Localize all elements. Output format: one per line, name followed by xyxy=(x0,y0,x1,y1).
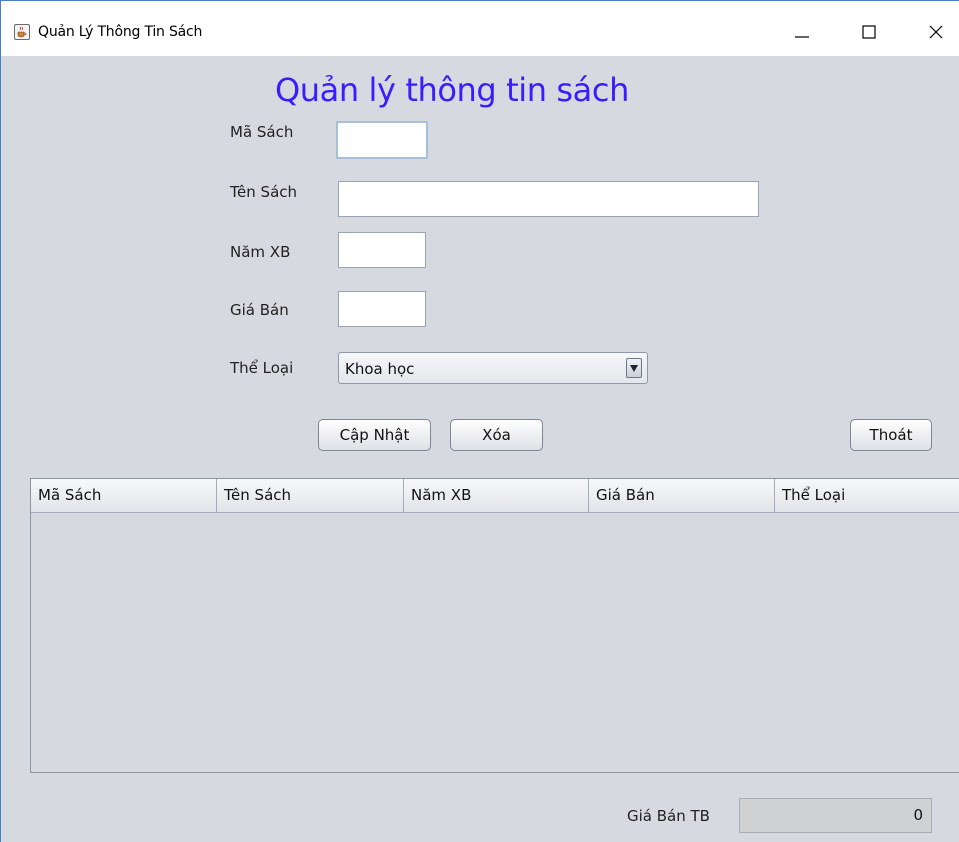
column-header-nam-xb[interactable]: Năm XB xyxy=(404,479,589,512)
column-header-gia-ban[interactable]: Giá Bán xyxy=(589,479,775,512)
minimize-button[interactable] xyxy=(779,15,825,49)
the-loai-combobox[interactable]: Khoa học xyxy=(338,352,648,384)
column-header-the-loai[interactable]: Thể Loại xyxy=(775,479,959,512)
table-header: Mã Sách Tên Sách Năm XB Giá Bán Thể Loại xyxy=(31,479,959,513)
maximize-icon xyxy=(862,25,876,39)
java-cup-icon xyxy=(14,24,30,40)
the-loai-selected-value: Khoa học xyxy=(345,360,415,378)
books-table[interactable]: Mã Sách Tên Sách Năm XB Giá Bán Thể Loại xyxy=(30,478,959,773)
close-button[interactable] xyxy=(913,15,959,49)
close-icon xyxy=(929,25,943,39)
gia-ban-input[interactable] xyxy=(338,291,426,327)
title-bar[interactable]: Quản Lý Thông Tin Sách xyxy=(1,1,959,56)
minimize-icon xyxy=(795,36,809,38)
the-loai-label: Thể Loại xyxy=(230,359,294,377)
ten-sach-label: Tên Sách xyxy=(230,183,298,201)
column-header-ma-sach[interactable]: Mã Sách xyxy=(31,479,217,512)
maximize-button[interactable] xyxy=(846,15,892,49)
window-title: Quản Lý Thông Tin Sách xyxy=(38,24,203,40)
form-heading: Quản lý thông tin sách xyxy=(275,71,629,109)
nam-xb-input[interactable] xyxy=(338,232,426,268)
ten-sach-input[interactable] xyxy=(338,181,759,217)
nam-xb-label: Năm XB xyxy=(230,243,291,261)
column-header-ten-sach[interactable]: Tên Sách xyxy=(217,479,404,512)
avg-price-label: Giá Bán TB xyxy=(627,807,710,825)
gia-ban-label: Giá Bán xyxy=(230,301,289,319)
ma-sach-input[interactable] xyxy=(336,121,428,159)
delete-button[interactable]: Xóa xyxy=(450,419,543,451)
ma-sach-label: Mã Sách xyxy=(230,123,294,141)
update-button[interactable]: Cập Nhật xyxy=(318,419,431,451)
avg-price-field: 0 xyxy=(739,798,932,833)
triangle-down-icon xyxy=(630,365,638,372)
app-window: Quản Lý Thông Tin Sách Quản lý thông tin… xyxy=(0,0,959,842)
combo-arrow-button[interactable] xyxy=(626,358,642,378)
exit-button[interactable]: Thoát xyxy=(850,419,932,451)
table-body[interactable] xyxy=(31,513,959,772)
